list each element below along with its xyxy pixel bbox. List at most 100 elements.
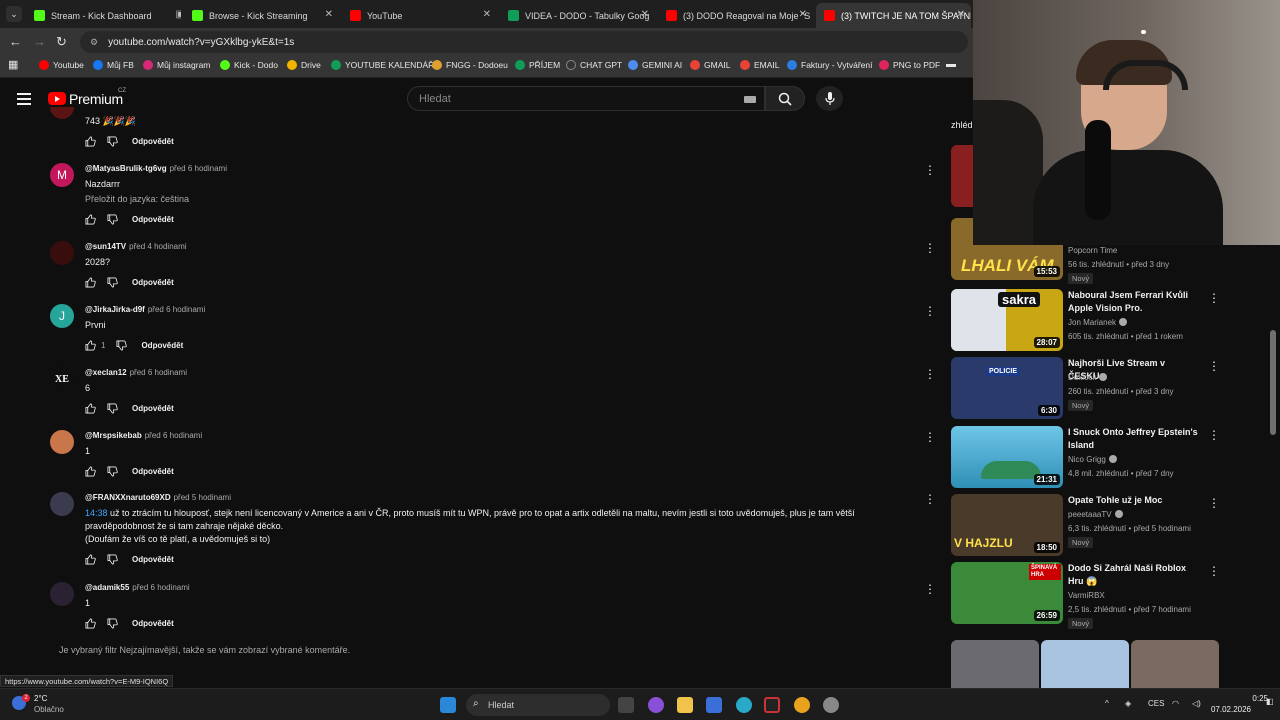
like-icon[interactable]: [85, 554, 96, 565]
bookmark-fb[interactable]: Můj FB: [93, 60, 134, 70]
capcut-icon[interactable]: [764, 697, 780, 713]
volume-icon[interactable]: ◁): [1192, 699, 1201, 708]
comment-more-icon[interactable]: ⋮: [924, 367, 936, 381]
video-title[interactable]: Naboural Jsem Ferrari Kvůli Apple Vision…: [1068, 289, 1198, 315]
avatar[interactable]: J: [50, 304, 74, 328]
chrome-icon[interactable]: [794, 697, 810, 713]
video-more-icon[interactable]: ⋮: [1208, 291, 1220, 305]
task-view-icon[interactable]: [618, 697, 634, 713]
close-tab-icon[interactable]: ✕: [325, 9, 333, 20]
forward-icon[interactable]: →: [33, 34, 46, 49]
video-title[interactable]: Dodo Si Zahrál Naši Roblox Hru 😱: [1068, 562, 1198, 588]
weather-widget[interactable]: 2: [8, 694, 30, 714]
security-icon[interactable]: ◈: [1125, 699, 1131, 708]
avatar[interactable]: [50, 430, 74, 454]
bookmark-youtube[interactable]: Youtube: [39, 60, 84, 70]
like-icon[interactable]: [85, 214, 96, 225]
comment-time[interactable]: před 6 hodinami: [170, 164, 227, 173]
clock-date[interactable]: 07.02.2026: [1210, 705, 1251, 714]
like-icon[interactable]: [85, 466, 96, 477]
youtube-logo-icon[interactable]: [48, 92, 66, 105]
avatar[interactable]: [50, 582, 74, 606]
settings-icon[interactable]: [823, 697, 839, 713]
comment-author[interactable]: @adamik55: [85, 583, 129, 592]
dislike-icon[interactable]: [107, 554, 118, 565]
translate-link[interactable]: Přeložit do jazyka: čeština: [85, 194, 189, 204]
like-icon[interactable]: [85, 340, 96, 351]
address-bar[interactable]: ⚙ youtube.com/watch?v=yGXklbg-ykE&t=1s: [80, 31, 968, 53]
video-channel[interactable]: Popcorn Time: [1068, 246, 1117, 255]
reply-button[interactable]: Odpovědět: [132, 619, 174, 628]
comment-author[interactable]: @xeclan12: [85, 368, 127, 377]
bookmark-instagram[interactable]: Můj instagram: [143, 60, 210, 70]
search-input[interactable]: Hledat: [407, 86, 765, 111]
site-info-icon[interactable]: ⚙: [90, 37, 98, 48]
comment-time[interactable]: před 6 hodinami: [130, 368, 187, 377]
dislike-icon[interactable]: [107, 618, 118, 629]
bookmark-kick[interactable]: Kick - Dodo: [220, 60, 278, 70]
bookmark-fngg[interactable]: FNGG - Dodoeu: [432, 60, 508, 70]
avatar[interactable]: XE: [50, 367, 74, 391]
video-thumbnail-partial[interactable]: [951, 145, 973, 207]
dislike-icon[interactable]: [107, 403, 118, 414]
related-video[interactable]: V HAJZLU 18:50 Opate Tohle už je Moc pee…: [951, 494, 1221, 556]
like-icon[interactable]: [85, 136, 96, 147]
dislike-icon[interactable]: [107, 136, 118, 147]
network-icon[interactable]: ◠: [1172, 699, 1179, 708]
video-title[interactable]: Opate Tohle už je Moc: [1068, 494, 1198, 507]
related-video[interactable]: 21:31 I Snuck Onto Jeffrey Epstein's Isl…: [951, 426, 1221, 488]
like-icon[interactable]: [85, 403, 96, 414]
outlook-icon[interactable]: [706, 697, 722, 713]
video-channel[interactable]: Jon Marianek: [1068, 318, 1128, 327]
page-scrollbar[interactable]: [1270, 330, 1276, 435]
tab-youtube[interactable]: YouTube ✕: [342, 3, 497, 28]
comment-more-icon[interactable]: ⋮: [924, 492, 936, 506]
reply-button[interactable]: Odpovědět: [132, 137, 174, 146]
comment-time[interactable]: před 4 hodinami: [129, 242, 186, 251]
video-thumbnail[interactable]: V HAJZLU 18:50: [951, 494, 1063, 556]
related-video[interactable]: POLICIE 6:30 Najhorši Live Stream v ČESK…: [951, 357, 1221, 419]
video-channel[interactable]: Nico Grigg: [1068, 455, 1117, 464]
reply-button[interactable]: Odpovědět: [132, 467, 174, 476]
video-thumbnail[interactable]: sakra 28:07: [951, 289, 1063, 351]
dislike-icon[interactable]: [107, 214, 118, 225]
comment-author[interactable]: @Mrspsikebab: [85, 431, 142, 440]
tab-kick-browse[interactable]: Browse - Kick Streaming ✕: [184, 3, 339, 28]
video-more-icon[interactable]: ⋮: [1208, 359, 1220, 373]
apps-icon[interactable]: ▦: [8, 58, 18, 71]
video-more-icon[interactable]: ⋮: [1208, 428, 1220, 442]
video-thumbnail[interactable]: 21:31: [951, 426, 1063, 488]
shorts-thumbnail[interactable]: [951, 640, 1039, 688]
comment-more-icon[interactable]: ⋮: [924, 304, 936, 318]
avatar[interactable]: M: [50, 163, 74, 187]
taskbar-search[interactable]: ⌕ Hledat: [466, 694, 610, 716]
bookmark-yt-calendar[interactable]: YOUTUBE KALENDÁŘ: [331, 60, 434, 70]
close-tab-icon[interactable]: ✕: [799, 9, 807, 20]
related-video[interactable]: sakra 28:07 Naboural Jsem Ferrari Kvůli …: [951, 289, 1221, 351]
bookmark-drive[interactable]: Drive: [287, 60, 321, 70]
like-icon[interactable]: [85, 277, 96, 288]
comment-time[interactable]: před 5 hodinami: [174, 493, 231, 502]
video-more-icon[interactable]: ⋮: [1208, 496, 1220, 510]
bookmark-faktury[interactable]: Faktury - Vytváření: [787, 60, 872, 70]
comment-author[interactable]: @MatyasBrulik-tg6vg: [85, 164, 167, 173]
comment-more-icon[interactable]: ⋮: [924, 163, 936, 177]
video-channel[interactable]: Duklock: [1068, 373, 1108, 382]
shorts-thumbnail[interactable]: [1041, 640, 1129, 688]
tab-kick-dashboard[interactable]: Stream - Kick Dashboard ▣: [26, 3, 181, 28]
dislike-icon[interactable]: [107, 466, 118, 477]
voice-search-button[interactable]: [816, 86, 843, 111]
comment-author[interactable]: @FRANXXnaruto69XD: [85, 493, 171, 502]
reply-button[interactable]: Odpovědět: [141, 341, 183, 350]
close-tab-icon[interactable]: ▣: [176, 9, 181, 20]
search-button[interactable]: [765, 86, 805, 111]
keyboard-icon[interactable]: [744, 96, 756, 103]
video-channel[interactable]: VarmiRBX: [1068, 591, 1105, 600]
close-tab-icon[interactable]: ✕: [483, 9, 491, 20]
reply-button[interactable]: Odpovědět: [132, 555, 174, 564]
avatar[interactable]: [50, 241, 74, 265]
back-icon[interactable]: ←: [9, 34, 22, 49]
video-thumbnail[interactable]: POLICIE 6:30: [951, 357, 1063, 419]
comment-author[interactable]: @JirkaJirka-d9f: [85, 305, 145, 314]
video-more-icon[interactable]: ⋮: [1208, 564, 1220, 578]
